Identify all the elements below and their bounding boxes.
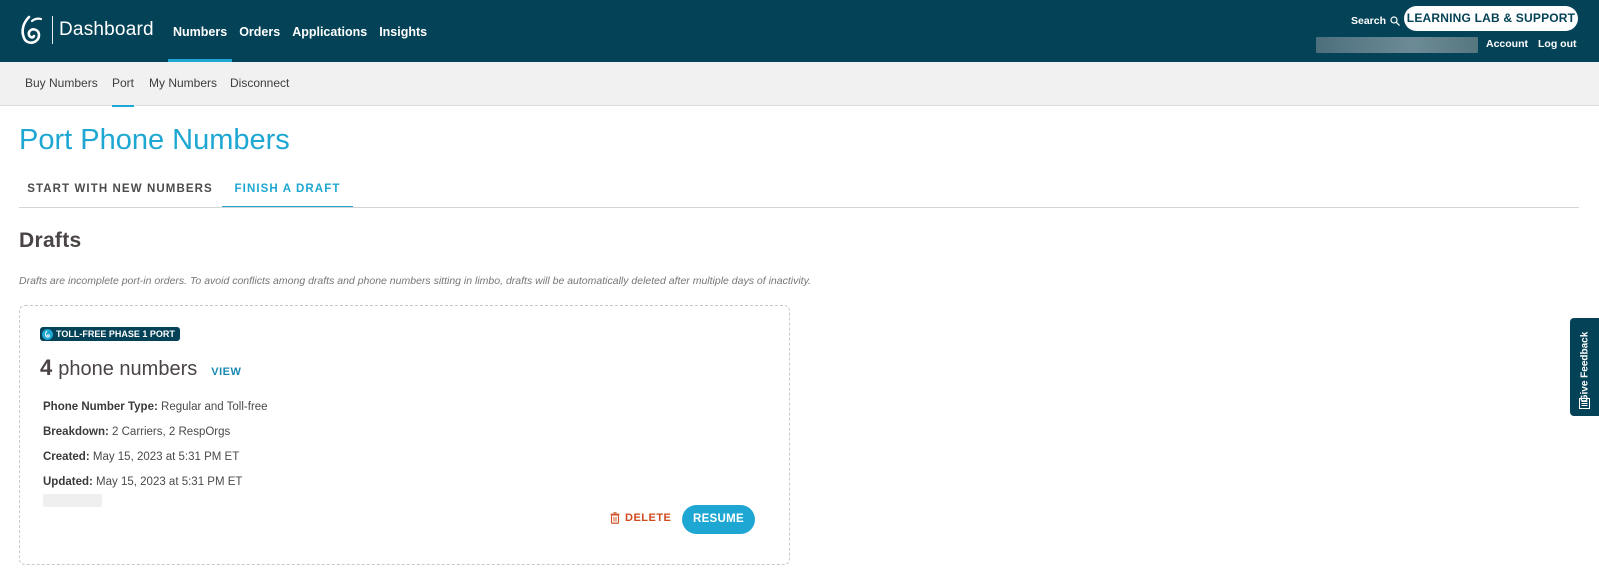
phone-count: 4 <box>40 355 53 380</box>
detail-breakdown: Breakdown: 2 Carriers, 2 RespOrgs <box>43 426 230 438</box>
phone-count-label: phone numbers <box>58 358 198 380</box>
draft-card: TOLL-FREE PHASE 1 PORT 4 phone numbers V… <box>19 305 790 565</box>
brand-title[interactable]: Dashboard <box>59 19 154 41</box>
logo-divider <box>52 16 53 44</box>
delete-label: DELETE <box>625 512 672 524</box>
badge-label: TOLL-FREE PHASE 1 PORT <box>56 329 175 339</box>
logout-link[interactable]: Log out <box>1538 38 1576 50</box>
nav-item-numbers[interactable]: Numbers <box>168 0 233 62</box>
phone-count-row: 4 phone numbers VIEW <box>40 355 241 381</box>
detail-value: 2 Carriers, 2 RespOrgs <box>112 426 231 438</box>
trash-icon <box>610 512 620 524</box>
drafts-description: Drafts are incomplete port-in orders. To… <box>19 275 811 287</box>
tab-start-with-new-numbers[interactable]: START WITH NEW NUMBERS <box>19 172 221 208</box>
sub-nav: Buy Numbers Port My Numbers Disconnect <box>0 62 1599 107</box>
badge-logo-icon <box>42 328 53 340</box>
search-label: Search <box>1351 15 1387 27</box>
main-nav: Numbers Orders Applications Insights <box>168 0 434 62</box>
subnav-item-my-numbers[interactable]: My Numbers <box>149 62 217 106</box>
search-button[interactable]: Search <box>1351 15 1400 27</box>
detail-label: Updated: <box>43 476 93 488</box>
tab-finish-a-draft[interactable]: FINISH A DRAFT <box>222 172 353 208</box>
bandwidth-logo-icon[interactable] <box>19 15 45 45</box>
nav-item-orders[interactable]: Orders <box>234 0 285 62</box>
subnav-item-buy-numbers[interactable]: Buy Numbers <box>25 62 98 106</box>
learning-lab-support-button[interactable]: LEARNING LAB & SUPPORT <box>1404 6 1578 31</box>
redacted-field <box>43 494 102 507</box>
give-feedback-tab[interactable]: Give Feedback <box>1570 318 1599 416</box>
detail-label: Phone Number Type: <box>43 401 158 413</box>
section-title-drafts: Drafts <box>19 229 82 252</box>
page-title: Port Phone Numbers <box>19 124 290 156</box>
subnav-item-port[interactable]: Port <box>112 62 135 107</box>
feedback-label: Give Feedback <box>1579 331 1591 403</box>
detail-created: Created: May 15, 2023 at 5:31 PM ET <box>43 451 239 463</box>
detail-value: May 15, 2023 at 5:31 PM ET <box>92 451 240 463</box>
resume-button[interactable]: RESUME <box>682 505 755 534</box>
account-name-redacted <box>1316 37 1478 53</box>
delete-button[interactable]: DELETE <box>610 512 671 524</box>
view-link[interactable]: VIEW <box>211 366 241 378</box>
top-bar: Dashboard Numbers Orders Applications In… <box>0 0 1599 62</box>
tabs-divider <box>19 207 1579 208</box>
port-type-badge: TOLL-FREE PHASE 1 PORT <box>40 327 180 341</box>
nav-item-applications[interactable]: Applications <box>287 0 372 62</box>
detail-value: May 15, 2023 at 5:31 PM ET <box>96 476 243 488</box>
detail-value: Regular and Toll-free <box>161 401 268 413</box>
detail-label: Breakdown: <box>43 426 109 438</box>
subnav-item-disconnect[interactable]: Disconnect <box>230 62 289 106</box>
detail-phone-number-type: Phone Number Type: Regular and Toll-free <box>43 401 268 413</box>
nav-item-insights[interactable]: Insights <box>374 0 432 62</box>
feedback-icon <box>1579 398 1590 409</box>
detail-label: Created: <box>43 451 90 463</box>
detail-updated: Updated: May 15, 2023 at 5:31 PM ET <box>43 476 242 488</box>
search-icon <box>1390 16 1400 26</box>
account-link[interactable]: Account <box>1486 38 1528 50</box>
